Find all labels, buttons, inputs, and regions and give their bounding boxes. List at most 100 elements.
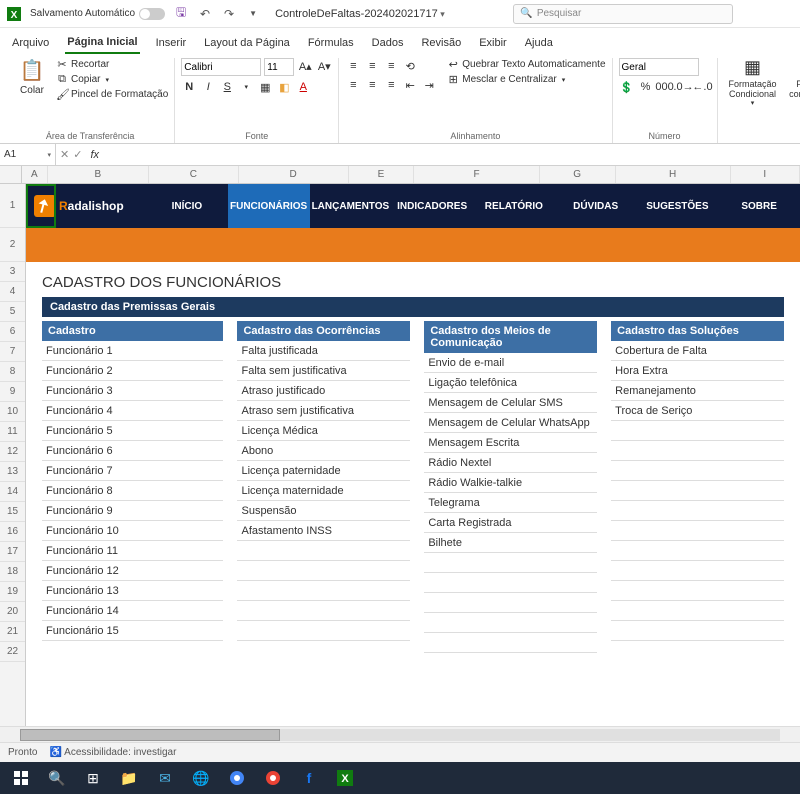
data-cell[interactable]: Bilhete (424, 533, 597, 553)
sheet-content[interactable]: Radalishop INÍCIOFUNCIONÁRIOSLANÇAMENTOS… (26, 184, 800, 726)
align-bottom-icon[interactable]: ≡ (383, 58, 399, 74)
row-headers[interactable]: 12345678910111213141516171819202122 (0, 184, 26, 726)
row-header[interactable]: 4 (0, 282, 25, 302)
align-left-icon[interactable]: ≡ (345, 77, 361, 93)
data-cell[interactable]: Funcionário 8 (42, 481, 223, 501)
data-cell[interactable] (237, 541, 410, 561)
data-cell[interactable] (611, 541, 784, 561)
save-icon[interactable]: 🖫 (173, 6, 189, 22)
paste-button[interactable]: 📋 Colar (12, 58, 52, 96)
indent-increase-icon[interactable]: ⇥ (421, 77, 437, 93)
data-cell[interactable]: Rádio Walkie-talkie (424, 473, 597, 493)
nav-sobre[interactable]: SOBRE (718, 184, 800, 228)
row-header[interactable]: 13 (0, 462, 25, 482)
autosave-toggle[interactable]: Salvamento Automático (30, 8, 165, 20)
data-cell[interactable]: Hora Extra (611, 361, 784, 381)
data-cell[interactable]: Licença Médica (237, 421, 410, 441)
row-header[interactable]: 16 (0, 522, 25, 542)
copy-button[interactable]: ⧉Copiar▾ (56, 73, 168, 86)
data-cell[interactable]: Troca de Seriço (611, 401, 784, 421)
data-cell[interactable]: Funcionário 14 (42, 601, 223, 621)
accessibility-status[interactable]: ♿ Acessibilidade: investigar (49, 747, 176, 758)
data-cell[interactable]: Atraso sem justificativa (237, 401, 410, 421)
column-headers[interactable]: ABCDEFGHI (0, 166, 800, 184)
data-cell[interactable]: Atraso justificado (237, 381, 410, 401)
nav-lançamentos[interactable]: LANÇAMENTOS (310, 184, 392, 228)
row-header[interactable]: 5 (0, 302, 25, 322)
chrome-button-2[interactable] (256, 764, 290, 792)
enter-icon[interactable]: ✓ (73, 148, 82, 161)
data-cell[interactable] (611, 501, 784, 521)
data-cell[interactable] (237, 601, 410, 621)
data-cell[interactable]: Mensagem de Celular WhatsApp (424, 413, 597, 433)
data-cell[interactable]: Funcionário 13 (42, 581, 223, 601)
row-header[interactable]: 9 (0, 382, 25, 402)
search-input[interactable]: 🔍 Pesquisar (513, 4, 733, 24)
data-cell[interactable]: Funcionário 3 (42, 381, 223, 401)
align-top-icon[interactable]: ≡ (345, 58, 361, 74)
orientation-icon[interactable]: ⟲ (402, 58, 418, 74)
redo-icon[interactable]: ↷ (221, 6, 237, 22)
row-header[interactable]: 15 (0, 502, 25, 522)
data-cell[interactable] (611, 461, 784, 481)
data-cell[interactable]: Telegrama (424, 493, 597, 513)
data-cell[interactable] (424, 553, 597, 573)
decrease-decimal-icon[interactable]: ←.0 (695, 79, 711, 95)
toggle-off-icon[interactable] (139, 8, 165, 20)
col-header[interactable]: B (48, 166, 149, 183)
nav-sugestões[interactable]: SUGESTÕES (637, 184, 719, 228)
data-cell[interactable] (424, 593, 597, 613)
data-cell[interactable]: Cobertura de Falta (611, 341, 784, 361)
data-cell[interactable]: Funcionário 9 (42, 501, 223, 521)
filename-label[interactable]: ControleDeFaltas-202402021717 (275, 8, 445, 20)
format-painter-button[interactable]: 🖌Pincel de Formatação (56, 88, 168, 101)
data-cell[interactable]: Funcionário 2 (42, 361, 223, 381)
data-cell[interactable] (237, 561, 410, 581)
conditional-formatting-button[interactable]: ▦Formatação Condicional▾ (724, 58, 782, 107)
decrease-font-icon[interactable]: A▾ (316, 58, 332, 74)
data-cell[interactable]: Funcionário 4 (42, 401, 223, 421)
row-header[interactable]: 12 (0, 442, 25, 462)
name-box[interactable]: A1 (0, 144, 56, 165)
comma-icon[interactable]: 000 (657, 79, 673, 95)
taskbar-search-button[interactable]: 🔍 (40, 764, 74, 792)
data-cell[interactable]: Ligação telefônica (424, 373, 597, 393)
italic-button[interactable]: I (200, 79, 216, 95)
indent-decrease-icon[interactable]: ⇤ (402, 77, 418, 93)
col-header[interactable]: C (149, 166, 239, 183)
col-header[interactable]: D (239, 166, 349, 183)
nav-indicadores[interactable]: INDICADORES (391, 184, 473, 228)
percent-icon[interactable]: % (638, 79, 654, 95)
row-header[interactable]: 17 (0, 542, 25, 562)
nav-relatório[interactable]: RELATÓRIO (473, 184, 555, 228)
font-color-button[interactable]: A (295, 79, 311, 95)
data-cell[interactable]: Funcionário 7 (42, 461, 223, 481)
data-cell[interactable] (611, 481, 784, 501)
data-cell[interactable]: Funcionário 11 (42, 541, 223, 561)
row-header[interactable]: 6 (0, 322, 25, 342)
data-cell[interactable] (611, 581, 784, 601)
menu-tab-página-inicial[interactable]: Página Inicial (65, 32, 139, 54)
formula-input[interactable] (103, 144, 800, 165)
underline-button[interactable]: S (219, 79, 235, 95)
col-header[interactable]: E (349, 166, 415, 183)
row-header[interactable]: 2 (0, 228, 25, 262)
col-header[interactable]: F (414, 166, 539, 183)
data-cell[interactable]: Licença paternidade (237, 461, 410, 481)
data-cell[interactable] (611, 441, 784, 461)
row-header[interactable]: 20 (0, 602, 25, 622)
data-cell[interactable] (237, 581, 410, 601)
select-all-corner[interactable] (0, 166, 22, 183)
excel-taskbar-button[interactable]: X (328, 764, 362, 792)
data-cell[interactable]: Licença maternidade (237, 481, 410, 501)
data-cell[interactable]: Abono (237, 441, 410, 461)
menu-tab-revisão[interactable]: Revisão (419, 33, 463, 53)
row-header[interactable]: 14 (0, 482, 25, 502)
menu-tab-layout-da-página[interactable]: Layout da Página (202, 33, 292, 53)
format-as-table-button[interactable]: ▦Formatar como Tabela▾ (786, 58, 800, 107)
facebook-button[interactable]: f (292, 764, 326, 792)
data-cell[interactable]: Funcionário 1 (42, 341, 223, 361)
align-right-icon[interactable]: ≡ (383, 77, 399, 93)
col-header[interactable]: I (731, 166, 800, 183)
undo-icon[interactable]: ↶ (197, 6, 213, 22)
